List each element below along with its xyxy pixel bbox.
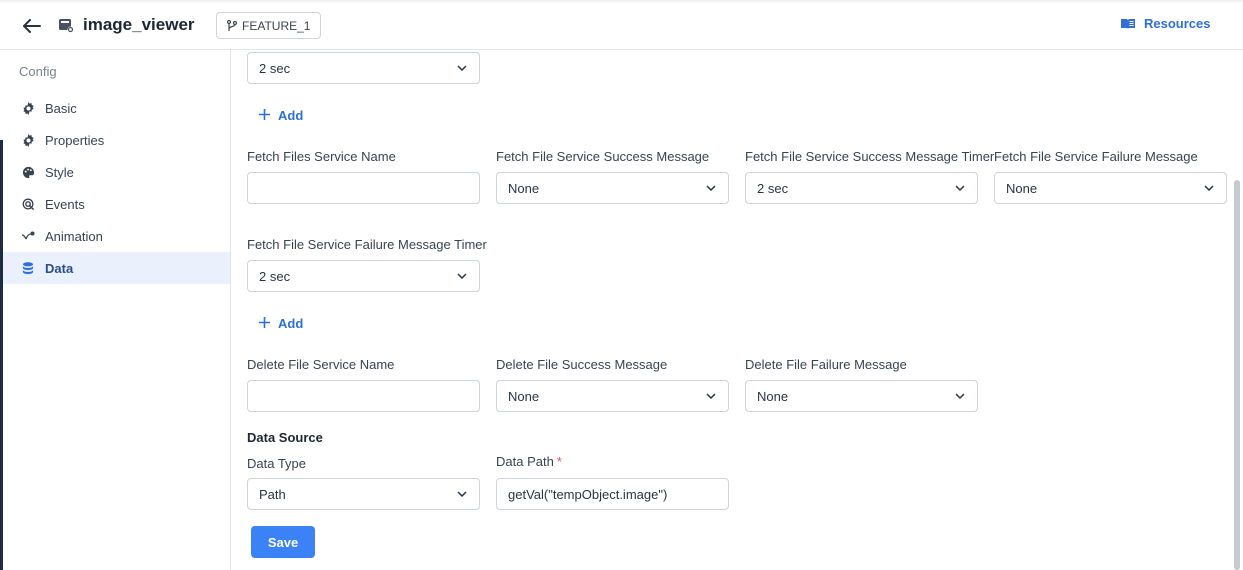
branch-name: FEATURE_1 [242,18,311,33]
sidebar-item-animation[interactable]: Animation [3,220,230,252]
animation-icon [21,229,35,243]
chevron-down-icon [456,488,468,500]
fetch-success-timer-select[interactable]: 2 sec [745,172,978,204]
sidebar-item-events[interactable]: Events [3,188,230,220]
fetch-failure-msg-label: Fetch File Service Failure Message [994,149,1198,164]
book-icon [1121,18,1135,29]
back-button[interactable] [20,14,44,38]
delete-service-name-input[interactable] [247,380,480,412]
gear-icon [21,101,35,115]
chevron-down-icon [456,270,468,282]
fetch-success-msg-select[interactable]: None [496,172,729,204]
select-value: 2 sec [757,180,789,196]
fetch-service-name-input[interactable] [247,172,480,204]
chevron-down-icon [705,182,717,194]
gear-icon [21,133,35,147]
add-label: Add [278,316,304,331]
header-shadow [0,0,1243,4]
sidebar-item-label: Data [45,260,74,276]
git-branch-icon [227,19,237,31]
plus-icon [259,108,270,123]
data-path-input[interactable]: getVal("tempObject.image") [496,478,729,510]
data-path-label: Data Path [496,454,554,469]
select-value: None [508,180,540,196]
component-title: image_viewer [83,15,195,34]
branch-chip[interactable]: FEATURE_1 [216,12,322,39]
delete-failure-msg-select[interactable]: None [745,380,978,412]
sidebar-section-title: Config [19,64,57,79]
fetch-service-name-label: Fetch Files Service Name [247,149,396,164]
select-value: 2 sec [259,60,291,76]
events-icon [21,197,35,211]
delete-failure-msg-label: Delete File Failure Message [745,357,907,372]
sidebar-item-label: Basic [45,100,77,116]
data-source-heading: Data Source [247,430,323,445]
fetch-failure-timer-label: Fetch File Service Failure Message Timer [247,237,487,252]
timer-select-top[interactable]: 2 sec [247,52,480,84]
resources-link[interactable]: Resources [1120,16,1210,31]
sidebar-item-label: Properties [45,132,105,148]
sidebar-item-style[interactable]: Style [3,156,230,188]
sidebar-item-properties[interactable]: Properties [3,124,230,156]
add-button-2[interactable]: Add [259,316,303,331]
sidebar-item-basic[interactable]: Basic [3,92,230,124]
plus-icon [259,316,270,331]
select-value: 2 sec [259,268,291,284]
config-sidebar: Config Basic Properties Style Events Ani… [3,50,231,570]
chevron-down-icon [954,182,966,194]
fetch-failure-timer-select[interactable]: 2 sec [247,260,480,292]
delete-success-msg-label: Delete File Success Message [496,357,668,372]
data-type-select[interactable]: Path [247,478,480,510]
data-config-panel: 2 sec Add Fetch Files Service Name Fetch… [232,50,1243,570]
sidebar-item-label: Style [45,164,74,180]
data-path-label-wrap: Data Path * [496,454,562,469]
fetch-success-msg-label: Fetch File Service Success Message [496,149,710,164]
arrow-left-icon [23,19,41,33]
fetch-failure-msg-select[interactable]: None [994,172,1227,204]
fetch-success-timer-label: Fetch File Service Success Message Timer [745,149,995,164]
app-header: image_viewer FEATURE_1 Resources [0,0,1243,50]
select-value: None [1006,180,1038,196]
sidebar-item-label: Events [45,196,85,212]
delete-success-msg-select[interactable]: None [496,380,729,412]
palette-icon [21,165,35,179]
chevron-down-icon [1203,182,1215,194]
delete-service-name-label: Delete File Service Name [247,357,395,372]
database-icon [21,261,35,275]
select-value: None [757,388,789,404]
resources-label: Resources [1144,16,1211,31]
sidebar-item-data[interactable]: Data [3,252,230,284]
image-component-icon [59,19,74,33]
select-value: None [508,388,540,404]
save-button[interactable]: Save [251,526,315,558]
sidebar-item-label: Animation [45,228,103,244]
required-mark: * [556,454,562,469]
data-type-label: Data Type [247,456,307,471]
chevron-down-icon [954,390,966,402]
chevron-down-icon [456,62,468,74]
chevron-down-icon [705,390,717,402]
select-value: Path [259,486,286,502]
add-label: Add [278,108,304,123]
add-button-1[interactable]: Add [259,108,303,123]
scrollbar[interactable] [1234,180,1240,570]
